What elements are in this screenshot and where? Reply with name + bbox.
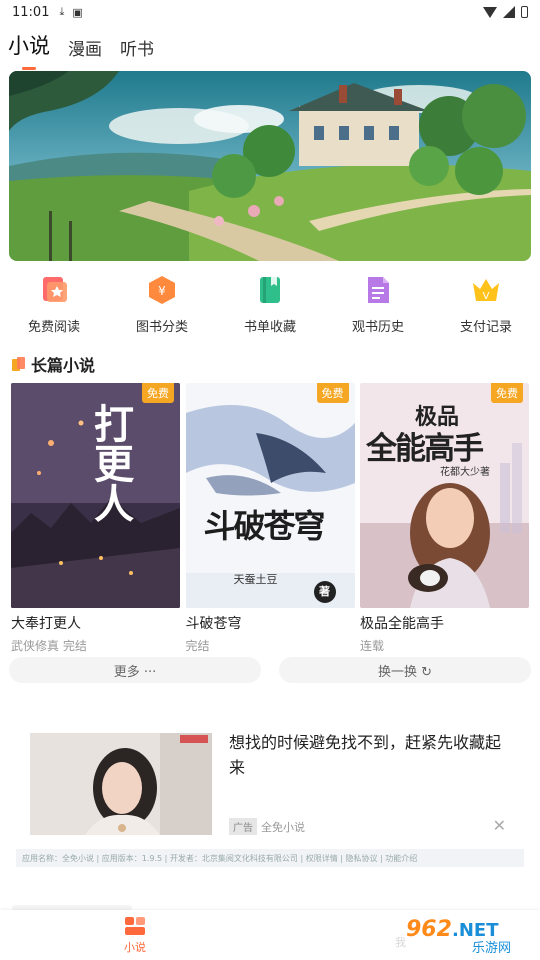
quick-history[interactable]: 观书历史 — [328, 272, 428, 335]
book-title: 极品全能高手 — [360, 616, 444, 632]
quick-booklist[interactable]: 书单收藏 — [220, 272, 320, 335]
watermark-logo: 962 .NET 乐游网 — [394, 912, 534, 956]
tab-novel[interactable]: 小说 — [8, 30, 50, 70]
quick-booklist-label: 书单收藏 — [243, 320, 296, 335]
svg-text:962: 962 — [406, 917, 452, 942]
section-title: 长篇小说 — [12, 352, 95, 376]
category-icon: ¥ — [144, 272, 180, 308]
book-cover: 极品 全能高手 花都大少著 免费 — [360, 383, 529, 608]
refresh-button[interactable]: 换一换 ↻ — [279, 657, 531, 683]
payment-icon: V — [468, 272, 504, 308]
quick-category-label: 图书分类 — [135, 320, 188, 335]
section-title-text: 长篇小说 — [31, 356, 96, 375]
action-row: 更多 ··· 换一换 ↻ — [9, 657, 531, 683]
free-badge: 免费 — [316, 383, 349, 403]
cover-subtitle: 天蚕土豆 — [233, 573, 278, 586]
status-bar: 11:01 ⤓ ▣ — [0, 0, 540, 24]
quick-category[interactable]: ¥ 图书分类 — [112, 272, 212, 335]
cover-title: 打更人 — [87, 403, 134, 523]
book-card[interactable]: 打更人 免费 大奉打更人 武侠修真 完结 — [11, 383, 180, 654]
free-badge: 免费 — [142, 383, 174, 403]
section-mark-icon — [12, 357, 26, 371]
history-icon — [360, 272, 396, 308]
banner-illustration — [9, 71, 531, 261]
ad-footer: 应用名称：全免小说 | 应用版本：1.9.5 | 开发者：北京集阅文化科技有限公… — [16, 849, 524, 867]
quick-payment[interactable]: V 支付记录 — [436, 272, 536, 335]
cover-author-mark: 著 — [313, 581, 336, 603]
quick-payment-label: 支付记录 — [459, 320, 512, 335]
tab-comic[interactable]: 漫画 — [68, 35, 102, 70]
svg-text:V: V — [483, 291, 490, 302]
book-card[interactable]: 斗破苍穹 天蚕土豆 著 免费 斗破苍穹 完结 — [185, 383, 355, 654]
notification-icon: ▣ — [72, 5, 83, 19]
cover-title: 全能高手 — [366, 431, 484, 467]
download-icon: ⤓ — [59, 5, 65, 18]
free-badge: 免费 — [491, 383, 523, 403]
book-cover: 打更人 免费 — [11, 383, 180, 608]
banner[interactable] — [9, 71, 531, 261]
book-card[interactable]: 极品 全能高手 花都大少著 免费 极品全能高手 连载 — [360, 383, 529, 654]
nav-novel[interactable]: 小说 — [113, 916, 157, 955]
battery-icon — [521, 6, 528, 18]
cover-subtitle: 花都大少著 — [440, 467, 490, 478]
novel-nav-icon — [125, 917, 145, 935]
book-cover: 斗破苍穹 天蚕土豆 著 免费 — [185, 383, 355, 608]
ad-image — [30, 733, 212, 835]
book-title: 大奉打更人 — [11, 616, 81, 632]
book-list: 打更人 免费 大奉打更人 武侠修真 完结 斗破苍穹 天蚕土豆 著 免费 斗破苍穹… — [11, 383, 529, 654]
top-tabs: 小说 漫画 听书 — [8, 30, 154, 70]
close-icon[interactable]: ✕ — [493, 816, 506, 835]
ad-banner[interactable]: 想找的时候避免找不到，赶紧先收藏起来 广告 全免小说 ✕ — [30, 730, 524, 840]
svg-text:.NET: .NET — [452, 920, 499, 941]
ad-text: 想找的时候避免找不到，赶紧先收藏起来 — [229, 733, 502, 777]
quick-menu: 免费阅读 ¥ 图书分类 书单收藏 观书历史 V 支付记录 — [0, 272, 540, 335]
more-button[interactable]: 更多 ··· — [9, 657, 261, 683]
nav-novel-label: 小说 — [124, 941, 146, 954]
status-time: 11:01 — [12, 4, 50, 20]
status-right — [483, 6, 528, 18]
free-read-icon — [36, 272, 72, 308]
book-meta: 连载 — [360, 639, 385, 653]
book-title: 斗破苍穹 — [185, 616, 242, 632]
book-meta: 完结 — [185, 639, 210, 653]
svg-text:¥: ¥ — [158, 284, 166, 298]
wifi-icon — [483, 6, 497, 18]
tab-audiobook[interactable]: 听书 — [120, 35, 154, 70]
quick-history-label: 观书历史 — [351, 320, 404, 335]
booklist-icon — [252, 272, 288, 308]
quick-free-read[interactable]: 免费阅读 — [4, 272, 104, 335]
svg-text:乐游网: 乐游网 — [472, 941, 511, 956]
book-meta: 武侠修真 完结 — [11, 639, 87, 653]
quick-free-read-label: 免费阅读 — [27, 320, 80, 335]
ad-label: 广告 — [229, 818, 257, 835]
ad-tag: 广告 全免小说 — [229, 818, 305, 835]
ad-source: 全免小说 — [261, 820, 305, 834]
cover-title: 斗破苍穹 — [203, 507, 326, 545]
signal-icon — [503, 6, 515, 18]
